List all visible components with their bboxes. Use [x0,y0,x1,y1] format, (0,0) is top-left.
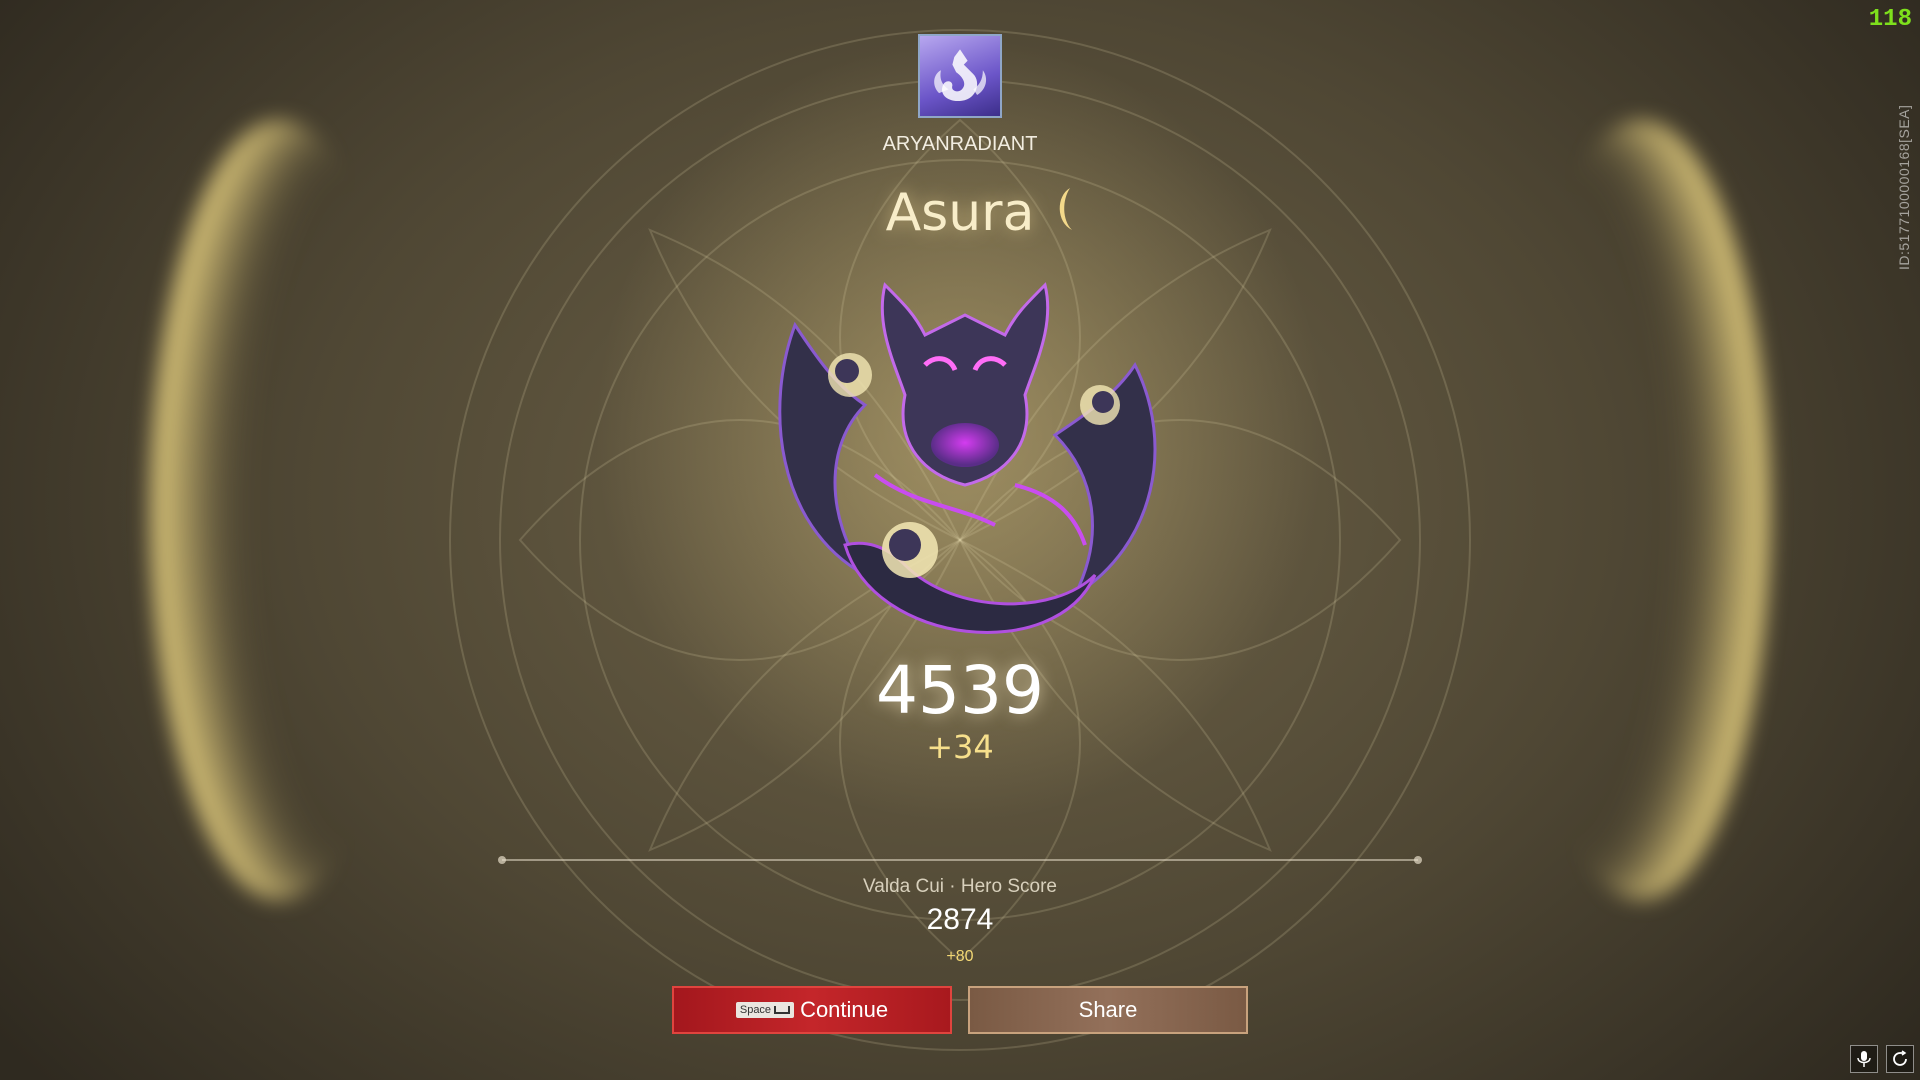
refresh-icon [1893,1050,1907,1066]
hero-score-label: Valda Cui · Hero Score [863,876,1057,897]
player-avatar [918,34,1002,118]
microphone-icon [1857,1051,1871,1067]
continue-button[interactable]: Space Continue [672,986,952,1034]
rank-score: 4539 [876,652,1044,729]
rank-tier-title: Asura [885,183,1035,243]
space-key-hint: Space [735,1002,795,1018]
refresh-button[interactable] [1886,1045,1914,1073]
space-bar-icon [774,1006,791,1014]
space-key-label: Space [739,1004,772,1016]
fps-counter: 118 [1868,6,1912,33]
player-name: ARYANRADIANT [882,133,1038,155]
crescent-spark-icon [1059,188,1072,230]
continue-label: Continue [800,997,889,1022]
section-divider [498,856,1422,864]
share-button[interactable]: Share [968,986,1248,1034]
rank-score-change: +34 [926,728,994,766]
hero-score-value: 2874 [926,903,994,936]
share-label: Share [1078,997,1138,1022]
microphone-button[interactable] [1850,1045,1878,1073]
fox-spirit-icon [934,49,987,102]
hero-score-change: +80 [946,948,974,965]
server-id-label: ID:51771000001­68[SEA] [1896,104,1912,270]
asura-dragon-emblem-icon [778,282,1157,634]
